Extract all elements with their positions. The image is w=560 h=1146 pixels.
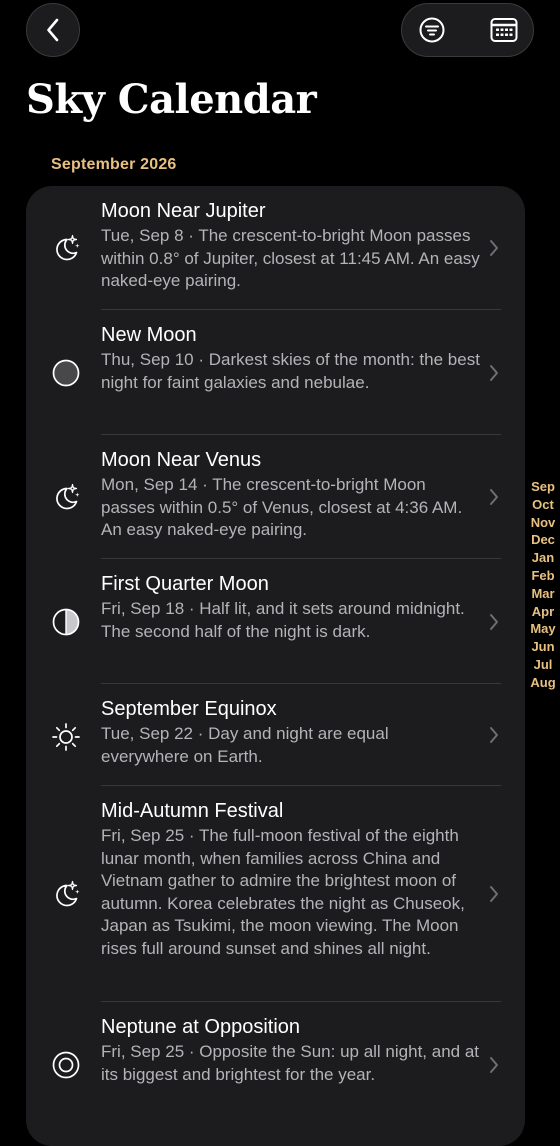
chevron-right-icon	[487, 884, 501, 904]
index-month-oct[interactable]: Oct	[532, 496, 554, 514]
back-button[interactable]	[26, 3, 80, 57]
month-section-header: September 2026	[51, 156, 177, 173]
first-quarter-moon-icon	[48, 604, 84, 640]
event-title: New Moon	[101, 324, 197, 346]
top-bar	[0, 0, 560, 60]
event-title: Moon Near Venus	[101, 449, 262, 471]
moon-stars-icon	[48, 876, 84, 912]
index-month-nov[interactable]: Nov	[531, 514, 556, 532]
event-description: Fri, Sep 25 · The full-moon festival of …	[101, 826, 465, 958]
event-row-neptune-at-opposition[interactable]: Neptune at Opposition Fri, Sep 25 · Oppo…	[26, 1002, 525, 1126]
sun-icon	[48, 719, 84, 755]
event-title: Moon Near Jupiter	[101, 200, 266, 222]
event-row-moon-near-venus[interactable]: Moon Near Venus Mon, Sep 14 · The cresce…	[26, 435, 525, 558]
event-row-first-quarter-moon[interactable]: First Quarter Moon Fri, Sep 18 · Half li…	[26, 559, 525, 683]
event-row-moon-near-jupiter[interactable]: Moon Near Jupiter Tue, Sep 8 · The cresc…	[26, 186, 525, 309]
moon-stars-icon	[48, 479, 84, 515]
index-month-may[interactable]: May	[530, 620, 555, 638]
new-moon-icon	[48, 355, 84, 391]
event-title: Mid-Autumn Festival	[101, 800, 284, 822]
event-row-mid-autumn-festival[interactable]: Mid-Autumn Festival Fri, Sep 25 · The fu…	[26, 786, 525, 1001]
chevron-right-icon	[487, 363, 501, 383]
index-month-apr[interactable]: Apr	[532, 603, 554, 621]
events-list: Moon Near Jupiter Tue, Sep 8 · The cresc…	[26, 186, 525, 1146]
chevron-right-icon	[487, 725, 501, 745]
index-month-jun[interactable]: Jun	[531, 638, 554, 656]
event-description: Tue, Sep 8 · The crescent-to-bright Moon…	[101, 226, 480, 291]
chevron-right-icon	[487, 1055, 501, 1075]
calendar-button[interactable]	[474, 4, 534, 56]
calendar-grid-icon	[490, 17, 518, 43]
event-title: Neptune at Opposition	[101, 1016, 301, 1038]
index-month-aug[interactable]: Aug	[530, 674, 555, 692]
event-row-new-moon[interactable]: New Moon Thu, Sep 10 · Darkest skies of …	[26, 310, 525, 434]
chevron-right-icon	[487, 238, 501, 258]
chevron-right-icon	[487, 612, 501, 632]
event-title: First Quarter Moon	[101, 573, 269, 595]
filter-button[interactable]	[402, 4, 462, 56]
filter-icon	[418, 16, 446, 44]
event-description: Mon, Sep 14 · The crescent-to-bright Moo…	[101, 475, 463, 540]
toolbar-pill	[401, 3, 534, 57]
event-row-september-equinox[interactable]: September Equinox Tue, Sep 22 · Day and …	[26, 684, 525, 784]
page-title: Sky Calendar	[26, 76, 317, 123]
moon-stars-icon	[48, 230, 84, 266]
index-month-feb[interactable]: Feb	[531, 567, 554, 585]
event-title: September Equinox	[101, 698, 277, 720]
event-description: Thu, Sep 10 · Darkest skies of the month…	[101, 350, 480, 392]
event-description: Fri, Sep 25 · Opposite the Sun: up all n…	[101, 1042, 480, 1084]
month-index-scrubber[interactable]: Sep Oct Nov Dec Jan Feb Mar Apr May Jun …	[527, 478, 559, 692]
planet-target-icon	[48, 1047, 84, 1083]
index-month-mar[interactable]: Mar	[531, 585, 554, 603]
index-month-jul[interactable]: Jul	[534, 656, 553, 674]
event-description: Tue, Sep 22 · Day and night are equal ev…	[101, 724, 389, 766]
index-month-dec[interactable]: Dec	[531, 531, 555, 549]
index-month-sep[interactable]: Sep	[531, 478, 555, 496]
index-month-jan[interactable]: Jan	[532, 549, 554, 567]
chevron-left-icon	[46, 18, 60, 42]
chevron-right-icon	[487, 487, 501, 507]
event-description: Fri, Sep 18 · Half lit, and it sets arou…	[101, 599, 465, 641]
